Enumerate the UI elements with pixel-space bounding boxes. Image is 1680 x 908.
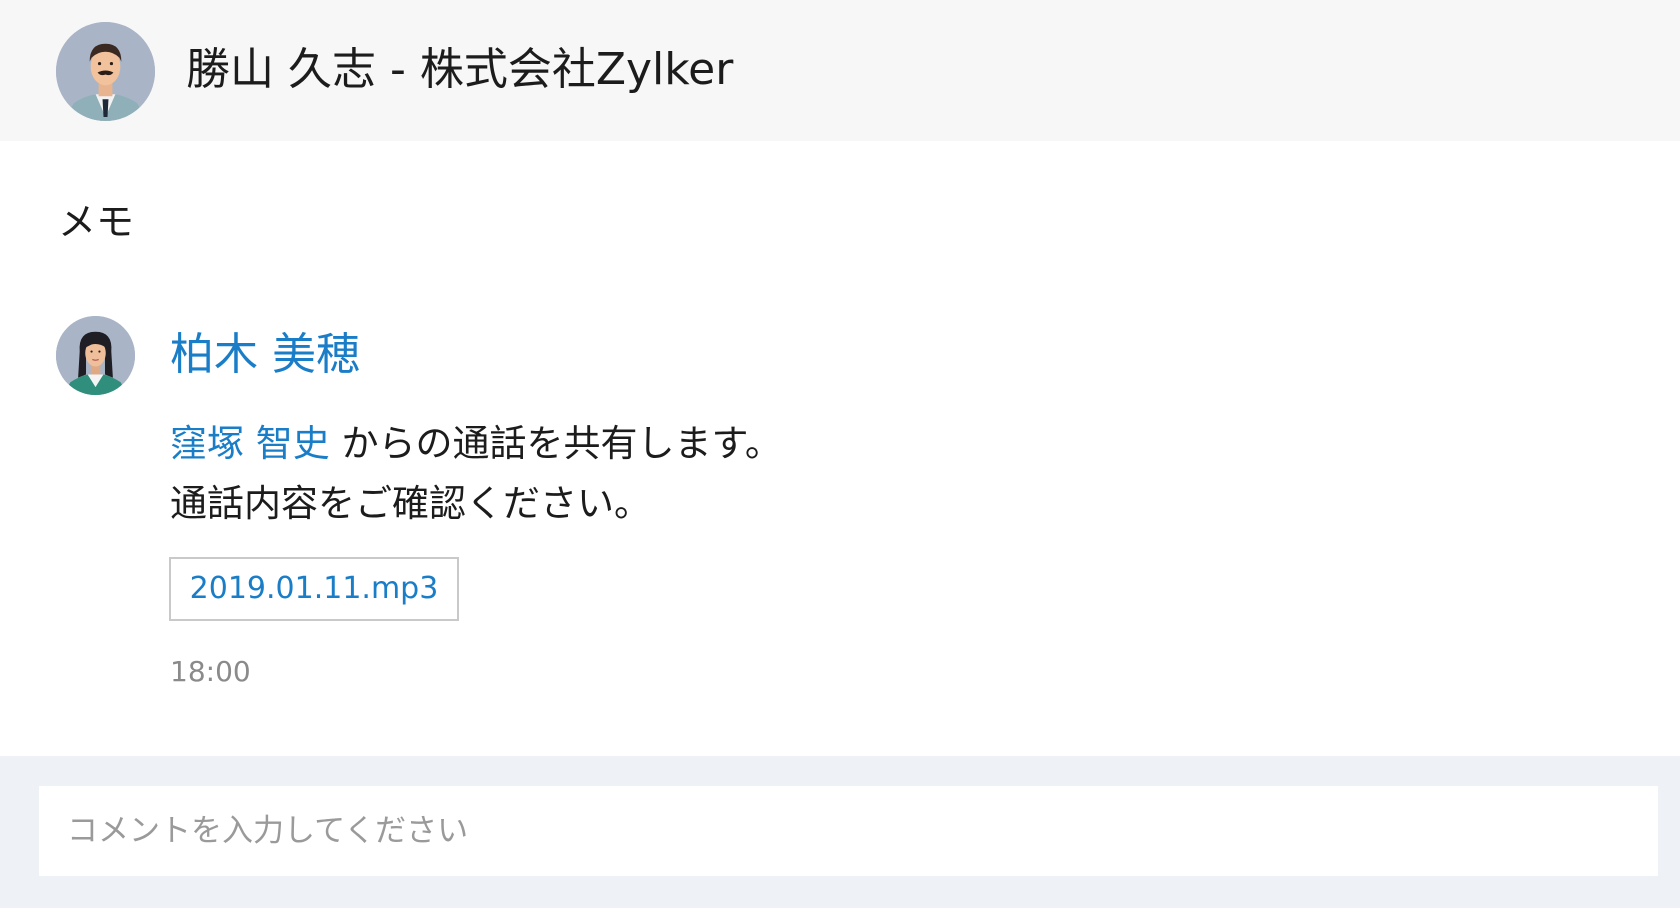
section-title: メモ [58, 200, 135, 244]
author-avatar [56, 316, 135, 395]
attachment-file-button[interactable]: 2019.01.11.mp3 [169, 557, 459, 621]
message-body: 窪塚 智史 からの通話を共有します。 通話内容をご確認ください。 [170, 414, 782, 534]
conversation-page: 勝山 久志 - 株式会社Zylker メモ 柏木 美穂 窪塚 智史 からの通話を… [0, 0, 1680, 908]
mentioned-user[interactable]: 窪塚 智史 [170, 422, 330, 465]
comment-input[interactable] [39, 786, 1658, 876]
comment-area [0, 756, 1680, 908]
contact-name-company: 勝山 久志 - 株式会社Zylker [186, 44, 734, 95]
message-timestamp: 18:00 [170, 655, 251, 688]
contact-avatar [56, 22, 155, 121]
message-line-1: 窪塚 智史 からの通話を共有します。 [170, 414, 782, 474]
message-line-2: 通話内容をご確認ください。 [170, 482, 651, 525]
contact-header: 勝山 久志 - 株式会社Zylker [0, 0, 1680, 141]
message-author[interactable]: 柏木 美穂 [170, 325, 360, 385]
message-text-1: からの通話を共有します。 [329, 422, 782, 465]
